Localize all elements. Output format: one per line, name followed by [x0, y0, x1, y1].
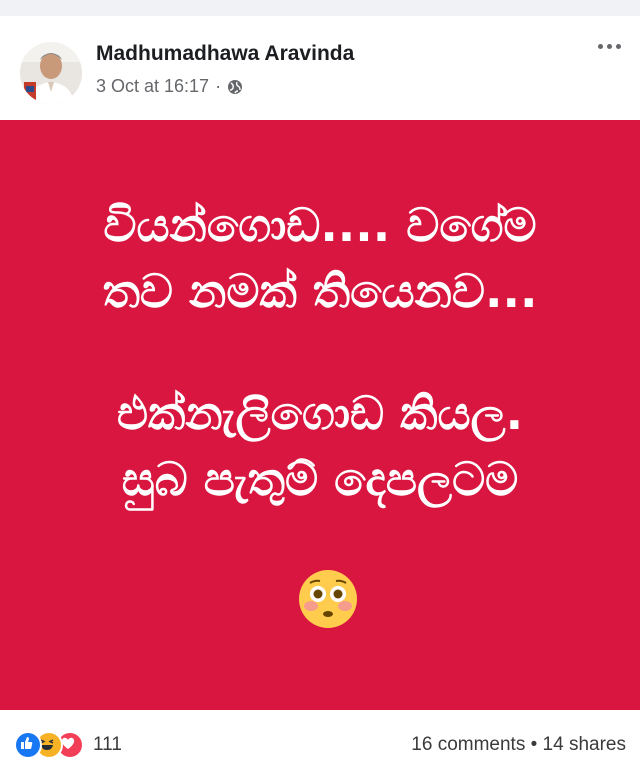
post-timestamp[interactable]: 3 Oct at 16:17	[96, 76, 209, 97]
like-reaction-icon	[14, 731, 42, 759]
comments-count[interactable]: 16 comments	[411, 734, 525, 755]
image-text-line: තව නමක් තියෙනව...	[102, 264, 538, 318]
reaction-count[interactable]: 111	[93, 734, 122, 756]
author-avatar[interactable]	[20, 42, 82, 104]
flushed-face-emoji	[297, 568, 359, 630]
meta-separator: ·	[215, 76, 222, 96]
author-name[interactable]: Madhumadhawa Aravinda	[96, 42, 354, 66]
more-options-icon[interactable]	[592, 34, 626, 58]
image-text-line: එක්නැලිගොඩ කියල.	[116, 386, 524, 440]
post-header: Madhumadhawa Aravinda 3 Oct at 16:17 ·	[0, 16, 640, 120]
engagement-counts: 16 comments • 14 shares	[411, 734, 626, 756]
post-footer: 111 16 comments • 14 shares	[0, 710, 640, 775]
post-image[interactable]: වියන්ගොඩ.... වගේම තව නමක් තියෙනව... එක්න…	[0, 120, 640, 710]
image-text-line: වියන්ගොඩ.... වගේම	[103, 198, 537, 252]
globe-icon	[227, 79, 243, 95]
post-image-text: වියන්ගොඩ.... වගේම තව නමක් තියෙනව... එක්න…	[0, 192, 640, 512]
image-text-line: සුබ පැතුම් දෙපලටම	[121, 452, 519, 506]
counts-separator: •	[530, 734, 538, 755]
top-strip	[0, 0, 640, 16]
post-meta: 3 Oct at 16:17 ·	[96, 76, 243, 97]
shares-count[interactable]: 14 shares	[543, 734, 626, 755]
reactions-summary[interactable]: 111	[14, 731, 122, 759]
